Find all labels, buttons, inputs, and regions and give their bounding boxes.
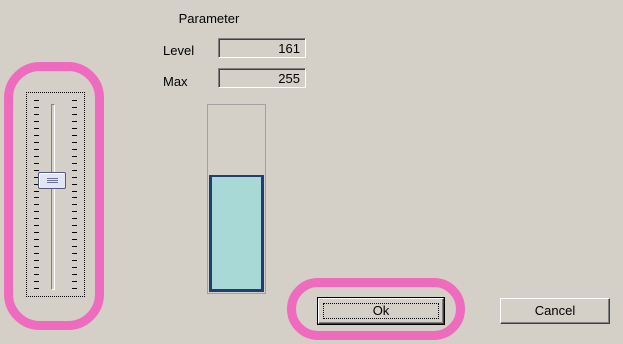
- slider-track: [51, 104, 55, 290]
- slider-tick: [72, 114, 77, 115]
- slider-tick: [34, 267, 39, 268]
- slider-tick: [72, 177, 77, 178]
- slider-tick: [34, 197, 39, 198]
- max-label: Max: [163, 74, 188, 89]
- slider-tick: [72, 246, 77, 247]
- slider-tick: [72, 204, 77, 205]
- slider-tick: [72, 163, 77, 164]
- slider-tick: [34, 170, 39, 171]
- slider-tick: [72, 239, 77, 240]
- max-field: 255: [218, 68, 306, 88]
- parameter-title: Parameter: [178, 11, 240, 26]
- slider-tick: [34, 239, 39, 240]
- level-meter: [207, 104, 266, 294]
- slider-tick: [34, 149, 39, 150]
- slider-tick: [72, 121, 77, 122]
- slider-tick: [72, 128, 77, 129]
- slider-tick: [34, 253, 39, 254]
- slider-tick: [72, 170, 77, 171]
- slider-tick: [72, 142, 77, 143]
- slider-tick: [72, 218, 77, 219]
- slider-tick: [72, 156, 77, 157]
- level-meter-fill: [209, 175, 264, 292]
- ok-button[interactable]: Ok: [317, 297, 445, 325]
- slider-tick: [72, 288, 77, 289]
- slider-tick: [72, 191, 77, 192]
- slider-tick: [34, 246, 39, 247]
- slider-tick: [34, 204, 39, 205]
- cancel-button-label: Cancel: [534, 303, 576, 318]
- slider-tick: [34, 232, 39, 233]
- slider-tick: [72, 274, 77, 275]
- slider-tick: [34, 274, 39, 275]
- parameter-dialog: Parameter Level 161 Max 255 Ok Cancel: [0, 0, 623, 344]
- slider-ticks-left: [34, 100, 40, 290]
- slider-tick: [34, 114, 39, 115]
- thumb-grip-line: [47, 180, 58, 181]
- slider-tick: [72, 184, 77, 185]
- slider-tick: [72, 211, 77, 212]
- slider-tick: [34, 218, 39, 219]
- slider-tick: [34, 260, 39, 261]
- slider-tick: [34, 121, 39, 122]
- ok-button-label: Ok: [372, 303, 390, 318]
- slider-tick: [72, 281, 77, 282]
- slider-ticks-right: [72, 100, 78, 290]
- slider-tick: [72, 232, 77, 233]
- slider-tick: [34, 281, 39, 282]
- slider-tick: [72, 225, 77, 226]
- slider-tick: [72, 197, 77, 198]
- slider-tick: [72, 267, 77, 268]
- thumb-grip-line: [47, 178, 58, 179]
- level-field: 161: [218, 38, 306, 58]
- slider-tick: [34, 128, 39, 129]
- slider-tick: [34, 107, 39, 108]
- slider-tick: [34, 135, 39, 136]
- slider-tick: [34, 156, 39, 157]
- slider-tick: [72, 260, 77, 261]
- cancel-button[interactable]: Cancel: [500, 298, 610, 324]
- slider-thumb[interactable]: [38, 172, 66, 189]
- slider-tick: [72, 149, 77, 150]
- slider-tick: [34, 211, 39, 212]
- slider-tick: [72, 107, 77, 108]
- slider-tick: [34, 288, 39, 289]
- slider-tick: [72, 135, 77, 136]
- slider-tick: [34, 191, 39, 192]
- slider-tick: [72, 100, 77, 101]
- thumb-grip-line: [47, 182, 58, 183]
- slider-tick: [34, 225, 39, 226]
- slider-tick: [34, 142, 39, 143]
- slider-tick: [72, 253, 77, 254]
- slider-tick: [34, 100, 39, 101]
- level-label: Level: [163, 43, 195, 58]
- slider-tick: [34, 163, 39, 164]
